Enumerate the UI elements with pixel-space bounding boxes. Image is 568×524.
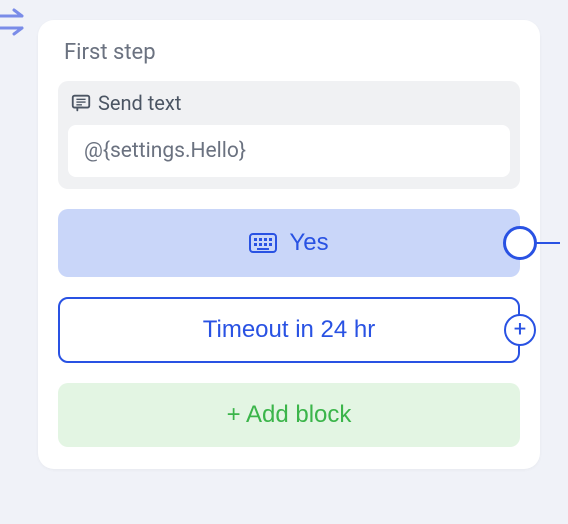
yes-button[interactable]: Yes bbox=[58, 209, 520, 277]
step-card: First step Send text @{settings.Hello} bbox=[38, 20, 540, 469]
send-text-label: Send text bbox=[98, 91, 181, 115]
timeout-button[interactable]: Timeout in 24 hr bbox=[58, 297, 520, 363]
yes-button-label: Yes bbox=[289, 229, 328, 257]
card-title: First step bbox=[58, 40, 520, 65]
plus-icon: + bbox=[514, 319, 526, 341]
keyboard-icon bbox=[249, 233, 277, 253]
entry-arrow-icon bbox=[0, 8, 32, 40]
send-text-header: Send text bbox=[68, 91, 510, 115]
send-text-block[interactable]: Send text @{settings.Hello} bbox=[58, 81, 520, 189]
yes-row: Yes bbox=[58, 209, 520, 277]
timeout-button-label: Timeout in 24 hr bbox=[203, 316, 376, 343]
add-port-button[interactable]: + bbox=[504, 314, 536, 346]
send-text-input[interactable]: @{settings.Hello} bbox=[68, 125, 510, 177]
connection-line bbox=[536, 242, 560, 244]
timeout-row: Timeout in 24 hr + bbox=[58, 297, 520, 363]
add-block-button[interactable]: + Add block bbox=[58, 383, 520, 447]
output-port[interactable] bbox=[503, 226, 537, 260]
add-block-label: + Add block bbox=[227, 401, 352, 428]
text-message-icon bbox=[70, 92, 92, 114]
